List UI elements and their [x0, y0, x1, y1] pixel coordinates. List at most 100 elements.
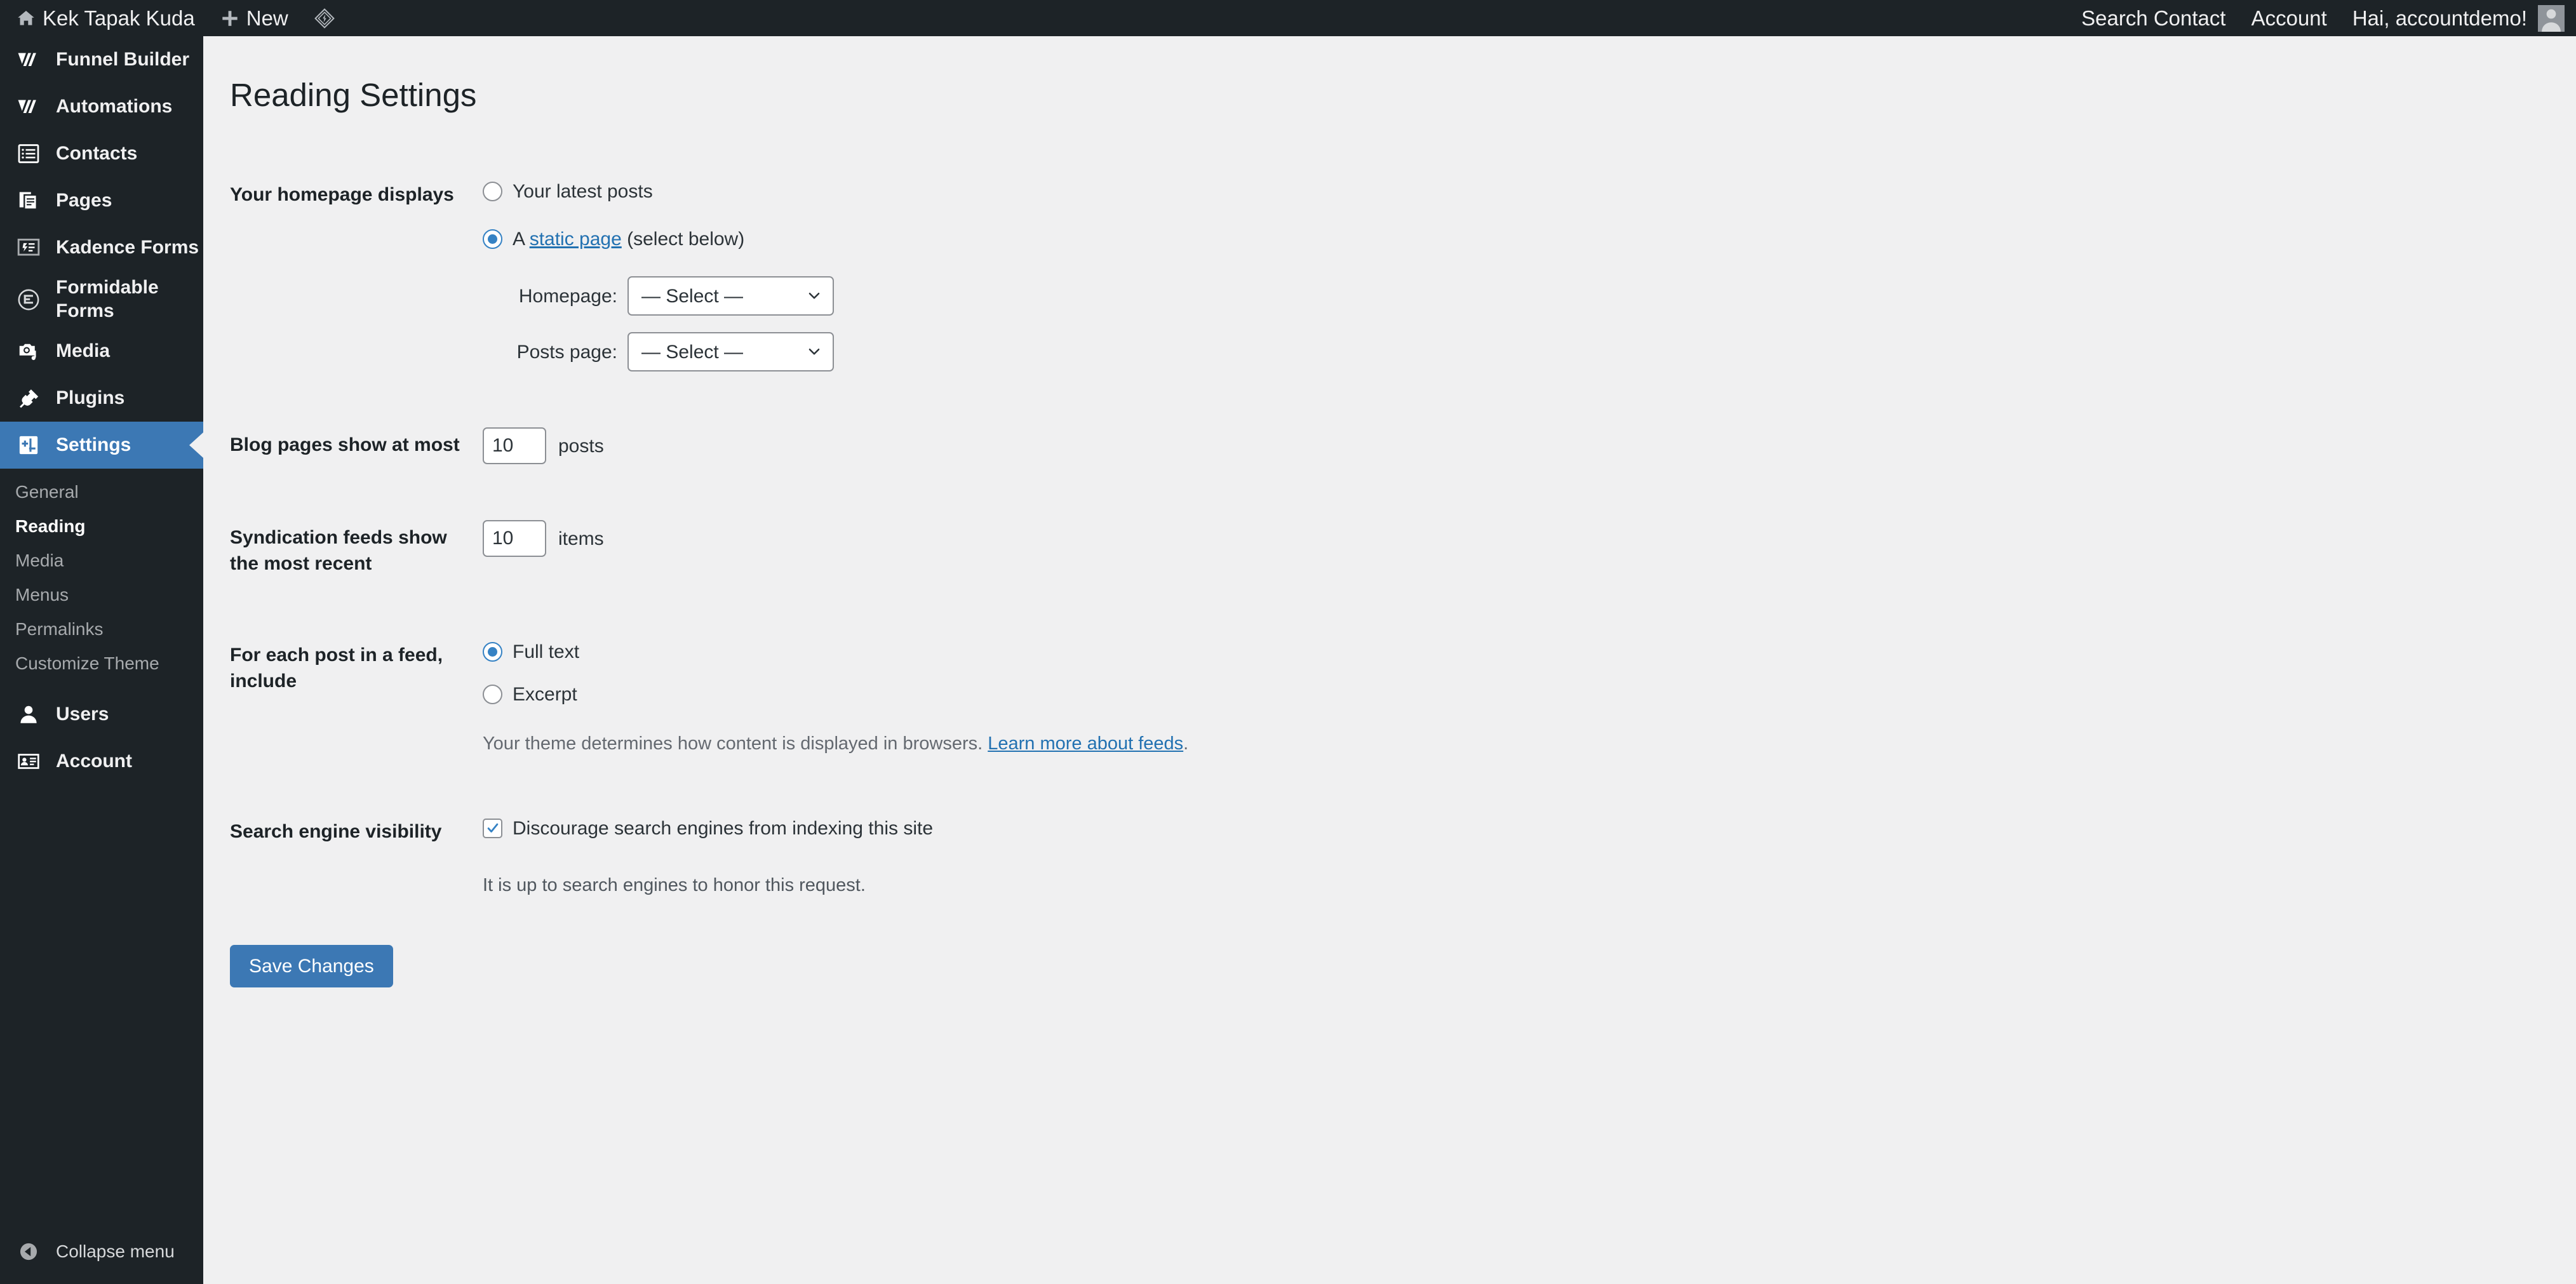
blog-pages-input[interactable] [483, 427, 546, 465]
search-contact[interactable]: Search Contact [2065, 0, 2238, 36]
label-search-visibility: Search engine visibility [230, 820, 442, 842]
label-blog-pages: Blog pages show at most [230, 434, 460, 456]
sidebar-item-settings[interactable]: Settings [0, 422, 203, 469]
submenu-menus[interactable]: Menus [0, 578, 203, 612]
collapse-menu-button[interactable]: Collapse menu [15, 1238, 203, 1265]
sidebar-item-label: Settings [56, 434, 131, 455]
admin-bar-left: Kek Tapak Kuda New [0, 0, 348, 36]
formidable-forms-icon [15, 286, 42, 313]
avatar[interactable] [2538, 4, 2565, 32]
homepage-select[interactable]: — Select — [627, 276, 834, 316]
submit-area: Save Changes [203, 927, 2576, 988]
search-visibility-note: It is up to search engines to honor this… [483, 874, 866, 895]
site-name[interactable]: Kek Tapak Kuda [0, 0, 208, 36]
posts-page-select-value: — Select — [641, 341, 744, 363]
discourage-search-engines-option[interactable]: Discourage search engines from indexing … [483, 814, 2559, 843]
sidebar-item-media[interactable]: Media [0, 328, 203, 375]
sidebar-item-contacts[interactable]: Contacts [0, 130, 203, 177]
radio-latest-posts[interactable] [483, 182, 502, 202]
sidebar-item-label: Kadence Forms [56, 236, 199, 258]
static-prefix: A [513, 229, 530, 250]
new-content[interactable]: New [208, 0, 301, 36]
chevron-down-icon [806, 344, 822, 360]
settings-submenu: General Reading Media Menus Permalinks C… [0, 469, 203, 692]
feed-helper-text: Your theme determines how content is dis… [483, 730, 2559, 758]
radio-full-text[interactable] [483, 642, 502, 662]
feed-helper-prefix: Your theme determines how content is dis… [483, 733, 988, 754]
save-changes-button[interactable]: Save Changes [230, 945, 393, 988]
option-excerpt-label: Excerpt [513, 684, 577, 706]
option-excerpt[interactable]: Excerpt [483, 680, 2559, 709]
field-search-visibility: Discourage search engines from indexing … [483, 786, 2576, 928]
learn-more-about-feeds-link[interactable]: Learn more about feeds [988, 733, 1183, 754]
page-title: Reading Settings [230, 77, 477, 113]
option-full-text[interactable]: Full text [483, 638, 2559, 666]
howdy-menu[interactable]: Hai, accountdemo! [2340, 0, 2576, 36]
feed-helper-suffix: . [1183, 733, 1189, 754]
home-icon [17, 9, 36, 28]
label-posts-page: Posts page: [516, 341, 617, 363]
radio-excerpt[interactable] [483, 685, 502, 705]
plus-icon [220, 9, 239, 28]
sidebar-item-label: Plugins [56, 387, 125, 408]
option-latest-posts-label: Your latest posts [513, 181, 653, 203]
admin-sidebar: Funnel Builder Automations Contacts Page… [0, 36, 203, 1284]
sidebar-item-plugins[interactable]: Plugins [0, 375, 203, 422]
sidebar-item-formidable-forms[interactable]: Formidable Forms [0, 271, 203, 328]
option-latest-posts[interactable]: Your latest posts [483, 177, 2559, 206]
static-suffix: (select below) [621, 229, 745, 250]
search-contact-label: Search Contact [2081, 6, 2226, 30]
sidebar-item-account[interactable]: Account [0, 738, 203, 785]
account-icon [15, 748, 42, 775]
submenu-general[interactable]: General [0, 475, 203, 509]
option-static-page[interactable]: A static page (select below) [483, 225, 2559, 253]
discourage-search-engines-label: Discourage search engines from indexing … [513, 817, 934, 839]
field-syndication-feeds: items [483, 492, 2576, 610]
discourage-search-engines-checkbox[interactable] [483, 818, 502, 838]
submenu-customize-theme[interactable]: Customize Theme [0, 646, 203, 681]
media-icon [15, 338, 42, 364]
label-homepage-displays: Your homepage displays [230, 184, 454, 206]
blog-pages-unit: posts [558, 435, 604, 457]
sidebar-item-kadence-forms[interactable]: Kadence Forms [0, 224, 203, 271]
automations-icon [15, 93, 42, 120]
main-content: Reading Settings Your homepage displays … [203, 36, 2576, 1284]
sidebar-item-label: Account [56, 750, 132, 772]
option-full-text-label: Full text [513, 641, 580, 663]
admin-bar-right: Search Contact Account Hai, accountdemo! [2065, 0, 2576, 36]
plugins-icon [15, 385, 42, 411]
settings-icon [15, 432, 42, 458]
row-homepage-displays: Your homepage displays Your latest posts… [203, 149, 2576, 399]
pages-icon [15, 187, 42, 214]
contacts-icon [15, 140, 42, 167]
radio-static-page[interactable] [483, 229, 502, 250]
sidebar-item-pages[interactable]: Pages [0, 177, 203, 224]
option-static-page-text: A static page (select below) [513, 225, 744, 253]
diamond-logo-icon [314, 8, 335, 29]
sidebar-item-label: Formidable Forms [56, 277, 159, 321]
sidebar-item-funnel-builder[interactable]: Funnel Builder [0, 36, 203, 83]
chevron-down-icon [806, 288, 822, 304]
static-page-link[interactable]: static page [530, 229, 622, 250]
field-feed-include: Full text Excerpt Your theme determines … [483, 610, 2576, 786]
syndication-feeds-unit: items [558, 528, 604, 549]
posts-page-select[interactable]: — Select — [627, 332, 834, 372]
users-icon [15, 701, 42, 728]
homepage-select-value: — Select — [641, 285, 744, 307]
field-homepage-displays: Your latest posts A static page (select … [483, 149, 2576, 399]
sidebar-item-label: Media [56, 340, 111, 361]
plugin-logo[interactable] [301, 0, 348, 36]
admin-bar: Kek Tapak Kuda New Search Contact Accoun… [0, 0, 2576, 36]
sidebar-item-automations[interactable]: Automations [0, 83, 203, 130]
collapse-menu-wrap: Collapse menu [0, 1227, 203, 1284]
submenu-permalinks[interactable]: Permalinks [0, 612, 203, 646]
sidebar-item-users[interactable]: Users [0, 691, 203, 738]
submenu-media[interactable]: Media [0, 544, 203, 578]
sidebar-item-label: Funnel Builder [56, 48, 189, 70]
row-syndication-feeds: Syndication feeds show the most recent i… [203, 492, 2576, 610]
label-feed-include: For each post in a feed, include [230, 645, 443, 692]
submenu-reading[interactable]: Reading [0, 509, 203, 544]
label-syndication-feeds: Syndication feeds show the most recent [230, 527, 447, 574]
syndication-feeds-input[interactable] [483, 520, 546, 558]
account-menu[interactable]: Account [2239, 0, 2340, 36]
